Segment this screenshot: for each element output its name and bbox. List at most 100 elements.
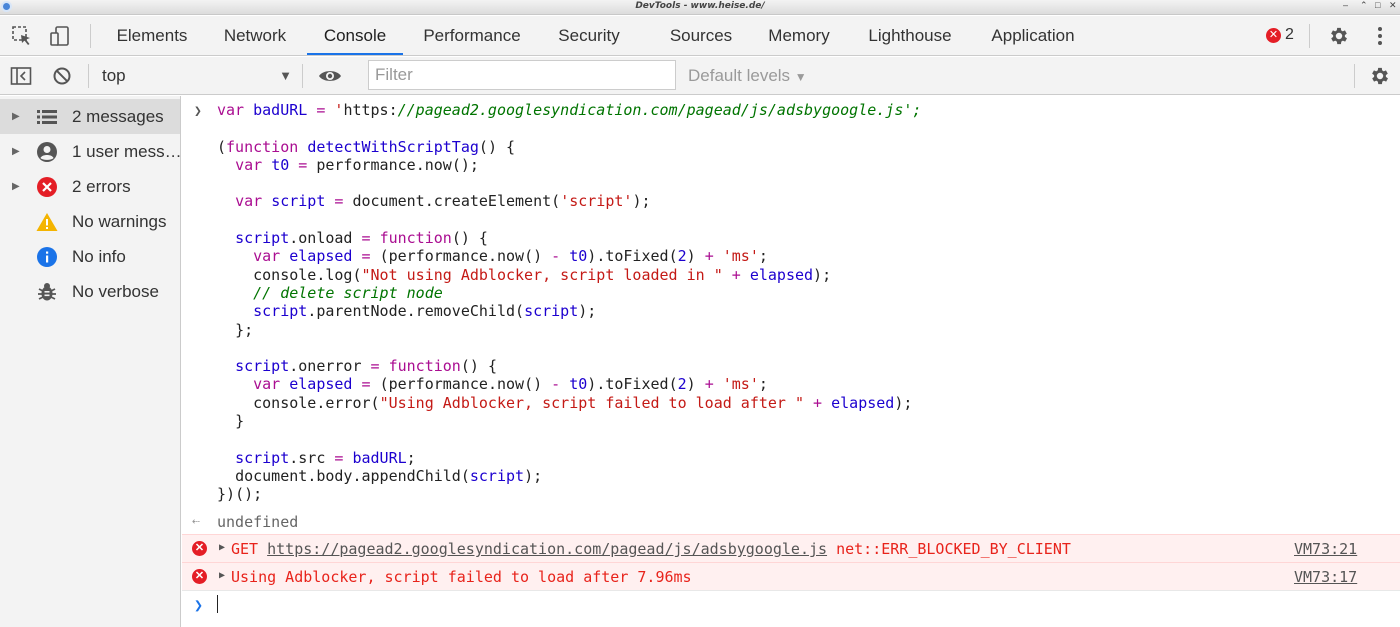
error-method: GET — [231, 540, 259, 558]
sidebar-item-warnings[interactable]: No warnings — [0, 204, 180, 239]
error-icon: ✕ — [192, 541, 207, 556]
toolbar-divider — [1309, 24, 1310, 48]
code-line: } — [235, 412, 245, 431]
code-line: script.parentNode.removeChild(script); — [253, 302, 597, 321]
expand-triangle-icon[interactable]: ▶ — [12, 181, 20, 192]
log-levels-dropdown[interactable]: Default levels ▼ — [688, 57, 807, 94]
tab-security[interactable]: Security — [545, 16, 633, 55]
user-icon — [36, 141, 58, 163]
result-value: undefined — [217, 513, 299, 531]
list-icon — [36, 106, 58, 128]
window-minimize-icon[interactable]: – — [1343, 0, 1348, 10]
sidebar-item-errors[interactable]: ▶ 2 errors — [0, 169, 180, 204]
code-line: })(); — [217, 485, 263, 504]
toolbar-divider — [88, 64, 89, 88]
code-line: var elapsed = (performance.now() - t0).t… — [253, 247, 768, 266]
settings-gear-icon[interactable] — [1327, 24, 1351, 48]
sidebar-item-user-messages[interactable]: ▶ 1 user mess… — [0, 134, 180, 169]
expand-triangle-icon[interactable]: ▶ — [219, 542, 225, 553]
code-line: script.src = badURL; — [235, 448, 416, 467]
sidebar-item-label: 2 messages — [72, 106, 164, 126]
error-count: 2 — [1285, 26, 1294, 43]
code-line: console.error("Using Adblocker, script f… — [253, 393, 913, 412]
tab-memory[interactable]: Memory — [758, 16, 840, 55]
live-expression-eye-icon[interactable] — [318, 64, 342, 88]
context-value: top — [102, 66, 126, 85]
code-line: script.onload = function() { — [235, 229, 488, 248]
console-settings-gear-icon[interactable] — [1368, 64, 1392, 88]
sidebar-item-label: No verbose — [72, 281, 159, 301]
warning-icon — [36, 211, 58, 233]
tab-sources[interactable]: Sources — [659, 16, 743, 55]
console-error-row[interactable]: ✕ ▶ Using Adblocker, script failed to lo… — [182, 562, 1400, 590]
filter-input[interactable] — [368, 60, 676, 90]
device-toolbar-icon[interactable] — [48, 24, 72, 48]
tab-performance[interactable]: Performance — [412, 16, 532, 55]
inspect-element-icon[interactable] — [10, 24, 34, 48]
code-line: var elapsed = (performance.now() - t0).t… — [253, 375, 768, 394]
result-row: ⇠ undefined — [182, 510, 1400, 534]
dropdown-arrow-icon: ▼ — [279, 68, 292, 83]
sidebar-item-label: 2 errors — [72, 176, 131, 196]
error-count-badge[interactable]: ✕ 2 — [1266, 26, 1294, 44]
devtools-main-toolbar: Elements Network Console Performance Sec… — [0, 16, 1400, 56]
expand-triangle-icon[interactable]: ▶ — [219, 570, 225, 581]
code-line: }; — [235, 320, 254, 339]
sidebar-item-label: 1 user mess… — [72, 141, 180, 161]
clear-console-icon[interactable] — [50, 64, 74, 88]
expand-triangle-icon[interactable]: ▶ — [12, 111, 20, 122]
toolbar-divider — [90, 24, 91, 48]
toolbar-divider — [302, 64, 303, 88]
window-restore-icon[interactable]: ⌃ — [1360, 0, 1368, 11]
tab-lighthouse[interactable]: Lighthouse — [858, 16, 962, 55]
code-line: script.onerror = function() { — [235, 357, 497, 376]
result-arrow-icon: ⇠ — [192, 514, 200, 529]
code-line: // delete script node — [253, 283, 443, 302]
text-cursor — [217, 595, 218, 613]
error-url-link[interactable]: https://pagead2.googlesyndication.com/pa… — [267, 540, 827, 558]
error-source-link[interactable]: VM73:17 — [1294, 568, 1357, 586]
sidebar-toggle-icon[interactable] — [9, 64, 33, 88]
tab-network[interactable]: Network — [212, 16, 298, 55]
code-line: var t0 = performance.now(); — [235, 155, 479, 174]
code-snippet: var badURL = 'https://pagead2.googlesynd… — [217, 101, 921, 504]
bug-icon — [36, 281, 58, 303]
prompt-chevron-icon: ❯ — [194, 596, 204, 614]
tab-console[interactable]: Console — [307, 16, 403, 55]
sidebar-item-info[interactable]: No info — [0, 239, 180, 274]
console-input-echo: ❯ var badURL = 'https://pagead2.googlesy… — [182, 96, 1400, 510]
code-line: document.body.appendChild(script); — [235, 466, 543, 485]
sidebar-item-verbose[interactable]: No verbose — [0, 274, 180, 309]
error-message: GET https://pagead2.googlesyndication.co… — [231, 540, 1071, 558]
error-icon: ✕ — [1266, 27, 1281, 43]
tab-elements[interactable]: Elements — [106, 16, 198, 55]
console-prompt[interactable]: ❯ — [182, 590, 1400, 618]
window-close-icon[interactable]: ✕ — [1389, 0, 1397, 11]
expand-triangle-icon[interactable]: ▶ — [12, 146, 20, 157]
sidebar-item-label: No info — [72, 246, 126, 266]
console-error-row[interactable]: ✕ ▶ GET https://pagead2.googlesyndicatio… — [182, 534, 1400, 562]
toolbar-divider — [1354, 64, 1355, 88]
dropdown-arrow-icon: ▼ — [794, 70, 807, 84]
window-maximize-icon[interactable]: □ — [1375, 0, 1380, 10]
window-title: DevTools - www.heise.de/ — [635, 1, 765, 11]
more-options-icon[interactable] — [1368, 24, 1392, 48]
sidebar-item-label: No warnings — [72, 211, 167, 231]
window-title-bar: DevTools - www.heise.de/ – ⌃ □ ✕ — [0, 0, 1400, 15]
console-toolbar: top ▼ Default levels ▼ — [0, 57, 1400, 95]
error-source-link[interactable]: VM73:21 — [1294, 540, 1357, 558]
context-selector[interactable]: top ▼ — [102, 57, 292, 94]
tab-application[interactable]: Application — [980, 16, 1086, 55]
console-output[interactable]: ❯ var badURL = 'https://pagead2.googlesy… — [182, 96, 1400, 627]
sidebar-item-messages[interactable]: ▶ 2 messages — [0, 99, 180, 134]
code-line: var script = document.createElement('scr… — [235, 192, 651, 211]
error-icon: ✕ — [192, 569, 207, 584]
error-icon — [36, 176, 58, 198]
info-icon — [36, 246, 58, 268]
code-line: var badURL = 'https://pagead2.googlesynd… — [217, 101, 922, 119]
